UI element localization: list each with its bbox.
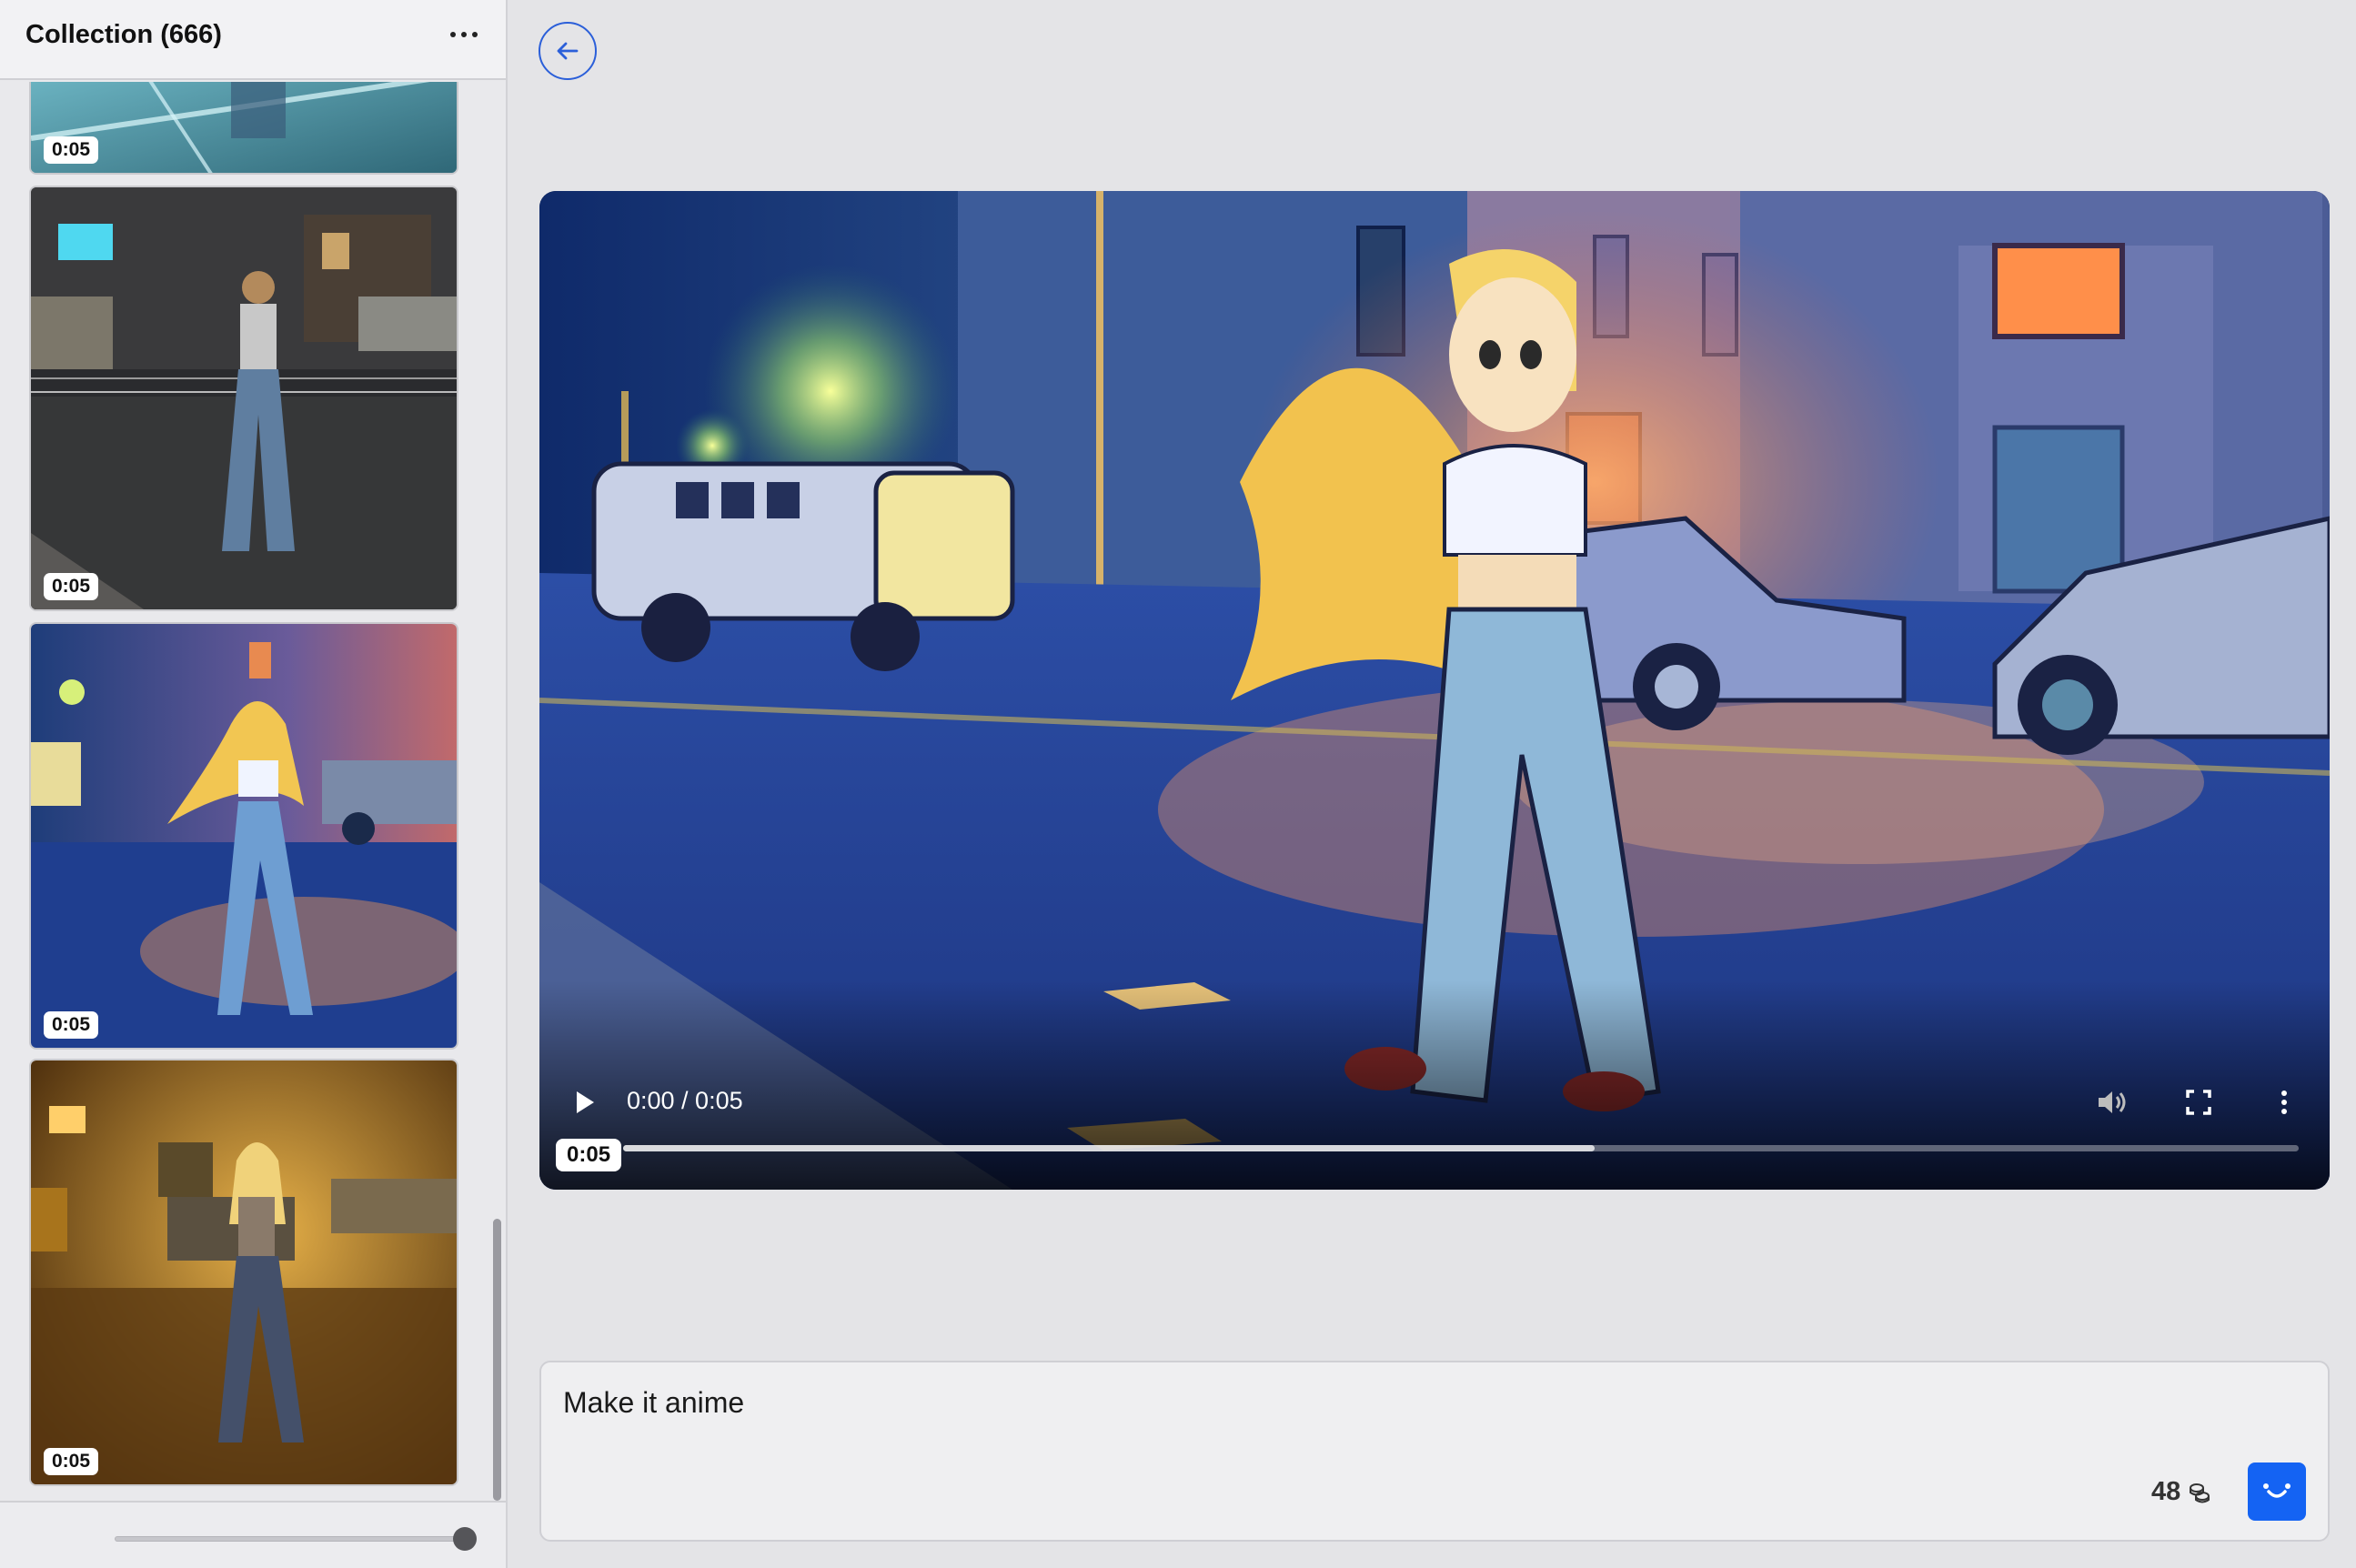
duration-badge: 0:05 — [44, 1448, 99, 1475]
thumbnail-list[interactable]: 0:05 0:05 0:05 0:05 — [0, 82, 506, 1501]
prompt-text[interactable]: Make it anime — [563, 1386, 744, 1420]
play-button[interactable] — [567, 1084, 603, 1121]
video-thumbnail[interactable]: 0:05 — [29, 622, 458, 1050]
credits-value: 48 — [2151, 1477, 2181, 1506]
video-player[interactable]: 0:00 / 0:05 0:05 — [539, 191, 2330, 1190]
sidebar-scrollbar[interactable] — [493, 1219, 501, 1501]
video-thumbnail[interactable]: 0:05 — [29, 1059, 458, 1486]
buffered-range — [623, 1145, 1596, 1151]
duration-badge: 0:05 — [44, 573, 99, 600]
smile-icon — [2263, 1483, 2291, 1498]
player-menu-button[interactable] — [2264, 1082, 2304, 1122]
slider-handle[interactable] — [453, 1527, 477, 1551]
sidebar-header: Collection (666) — [0, 0, 506, 80]
back-button[interactable] — [539, 22, 597, 80]
fullscreen-button[interactable] — [2179, 1082, 2219, 1122]
prompt-input[interactable]: Make it anime 48 — [539, 1361, 2330, 1542]
volume-button[interactable] — [2091, 1082, 2131, 1122]
video-thumbnail[interactable]: 0:05 — [29, 82, 458, 175]
sidebar-footer — [0, 1501, 506, 1568]
play-icon — [577, 1091, 594, 1113]
duration-badge: 0:05 — [556, 1139, 622, 1171]
generate-button[interactable] — [2248, 1462, 2306, 1521]
fullscreen-icon — [2186, 1090, 2211, 1115]
progress-bar[interactable] — [623, 1145, 2299, 1151]
controls-overlay — [539, 980, 2330, 1190]
coins-icon — [2190, 1483, 2210, 1503]
volume-icon — [2099, 1091, 2126, 1113]
collection-title: Collection (666) — [25, 20, 222, 49]
collection-sidebar: Collection (666) 0:05 0:05 0:05 0:05 — [0, 0, 508, 1568]
credits-cost: 48 — [2151, 1477, 2211, 1507]
duration-badge: 0:05 — [44, 136, 99, 164]
ellipsis-icon[interactable] — [446, 16, 482, 53]
thumbnail-size-slider[interactable] — [115, 1536, 468, 1542]
video-thumbnail[interactable]: 0:05 — [29, 186, 458, 611]
time-display: 0:00 / 0:05 — [627, 1087, 743, 1114]
arrow-left-icon — [557, 42, 579, 60]
kebab-menu-icon — [2281, 1091, 2287, 1114]
duration-badge: 0:05 — [44, 1011, 99, 1039]
